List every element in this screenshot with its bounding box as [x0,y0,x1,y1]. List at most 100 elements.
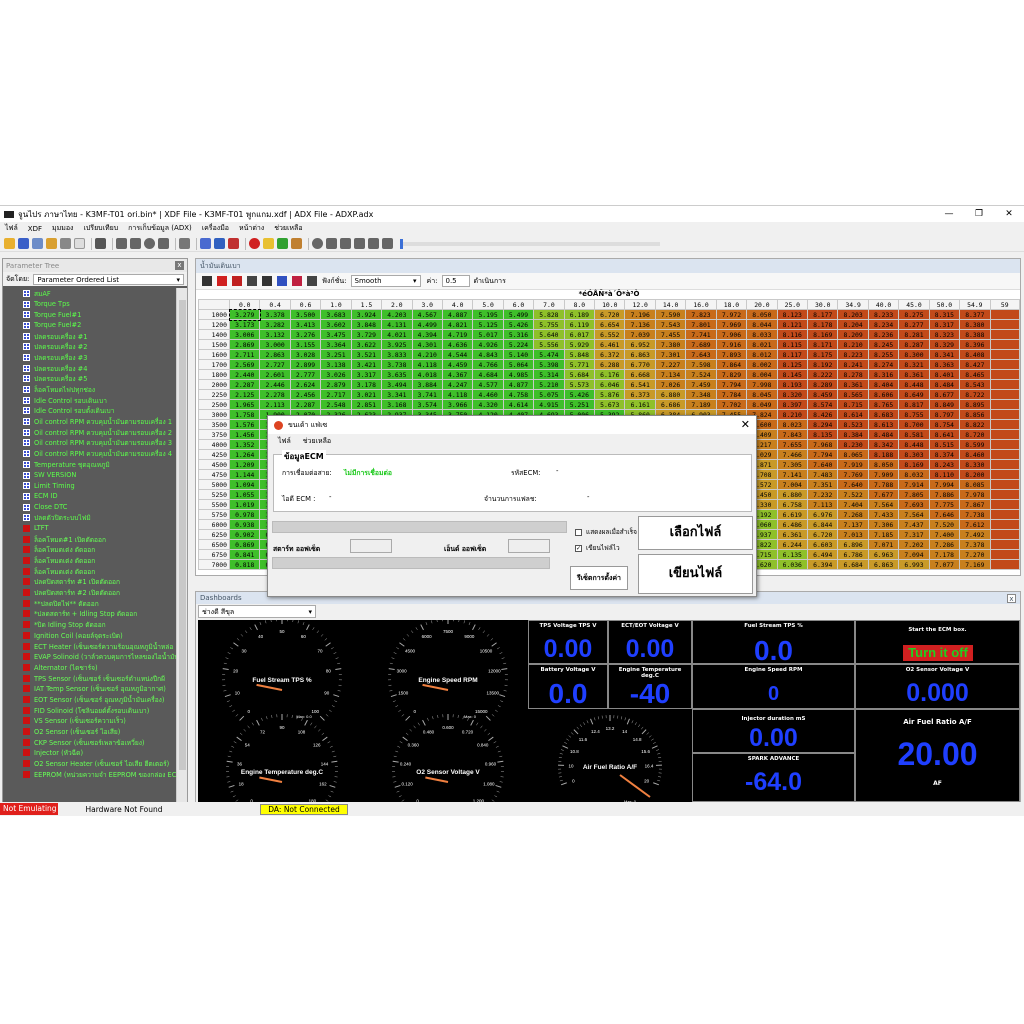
map-cell[interactable]: 4.985 [502,369,535,380]
map-cell[interactable]: 7.351 [807,479,839,490]
map-cell[interactable]: 5.640 [533,329,565,340]
parameter-item[interactable]: Torque Fuel#1 [3,309,177,320]
map-cell[interactable]: 8.448 [898,379,930,390]
parameter-item[interactable]: *ปิด Idling Stop ตัดออก [3,619,177,630]
map-cell[interactable]: 8.388 [959,329,991,340]
map-cell[interactable]: 8.484 [867,429,900,440]
map-cell[interactable]: 2.863 [259,349,291,360]
map-cell[interactable]: 8.289 [807,379,839,390]
arrow-down-icon[interactable] [130,238,141,249]
parameter-item[interactable]: *ปลดสตาร์ท + Idling Stop ตัดออก [3,609,177,620]
map-cell[interactable] [989,429,1020,440]
map-cell[interactable]: 8.117 [776,349,809,360]
map-cell[interactable]: 8.125 [776,359,809,370]
map-cell[interactable]: 8.209 [837,329,869,340]
record-icon[interactable] [144,238,155,249]
map-cell[interactable]: 1.019 [228,499,261,510]
map-cell[interactable]: 3.251 [320,349,352,360]
reset-settings-button[interactable]: รีเซ็ตการตั้งค่า [570,566,628,590]
map-cell[interactable]: 6.758 [776,499,809,510]
map-cell[interactable] [989,469,1020,480]
map-cell[interactable]: 7.612 [959,519,991,530]
playback-slider[interactable] [400,238,660,249]
map-cell[interactable]: 2.287 [289,399,322,410]
rotate-icon[interactable] [307,276,317,286]
map-cell[interactable]: 5.848 [563,349,596,360]
map-cell[interactable]: 7.094 [898,549,930,560]
menu-tools[interactable]: เครื่องมือ [197,223,234,234]
parameter-item[interactable]: ล็อคโหมดไฟปทุกช่อง [3,384,177,395]
map-cell[interactable]: 3.833 [381,349,413,360]
map-cell[interactable]: 4.499 [411,319,443,330]
map-cell[interactable]: 4.118 [411,359,443,370]
map-cell[interactable]: 4.915 [533,399,565,410]
parameter-item[interactable]: Idle Control รอบเดินเบา [3,395,177,406]
map-cell[interactable]: 4.460 [472,389,504,400]
map-cell[interactable]: 8.329 [928,339,961,350]
map-cell[interactable]: 6.720 [594,309,626,320]
map-cell[interactable]: 8.121 [776,319,809,330]
map-cell[interactable]: 7.801 [685,319,717,330]
map-cell[interactable]: 8.715 [837,399,869,410]
parameter-item[interactable]: ECM ID [3,491,177,502]
map-cell[interactable]: 7.013 [837,529,869,540]
parameter-item[interactable]: Limit Timing [3,480,177,491]
map-cell[interactable]: 6.288 [594,359,626,370]
map-cell[interactable]: 8.044 [746,319,778,330]
map-cell[interactable]: 5.075 [533,389,565,400]
map-cell[interactable]: 8.223 [837,349,869,360]
map-cell[interactable]: 1.758 [228,409,261,420]
map-cell[interactable]: 6.896 [837,539,869,550]
map-cell[interactable]: 8.316 [867,369,900,380]
map-cell[interactable]: 5.828 [533,309,565,320]
map-cell[interactable]: 7.784 [715,389,748,400]
map-cell[interactable]: 8.204 [837,319,869,330]
parameter-item[interactable]: SW VERSION [3,470,177,481]
map-cell[interactable]: 7.640 [807,459,839,470]
map-cell[interactable]: 7.433 [867,509,900,520]
map-cell[interactable]: 7.268 [837,509,869,520]
map-cell[interactable]: 7.893 [715,349,748,360]
map-cell[interactable]: 7.459 [685,379,717,390]
parameter-item[interactable]: ปลดปิดสตาร์ท #1 เปิดตัดออก [3,577,177,588]
map-cell[interactable]: 8.234 [867,319,900,330]
map-cell[interactable]: 7.455 [654,329,687,340]
map-cell[interactable]: 7.437 [898,519,930,530]
map-cell[interactable]: 8.380 [959,319,991,330]
map-cell[interactable]: 8.484 [928,379,961,390]
parameter-item[interactable]: ปลดรอบเครื่อง #4 [3,363,177,374]
write-file-button[interactable]: เขียนไฟล์ [638,554,753,594]
map-cell[interactable]: 7.169 [959,559,991,570]
map-cell[interactable]: 7.317 [898,529,930,540]
map-cell[interactable] [989,329,1020,340]
map-cell[interactable] [989,369,1020,380]
map-cell[interactable]: 7.702 [715,399,748,410]
map-cell[interactable] [989,549,1020,560]
map-cell[interactable]: 6.952 [624,339,656,350]
map-cell[interactable]: 1.352 [228,439,261,450]
map-cell[interactable]: 7.178 [928,549,961,560]
map-cell[interactable] [989,419,1020,430]
map-cell[interactable]: 6.619 [776,509,809,520]
map-cell[interactable]: 7.693 [898,499,930,510]
map-cell[interactable]: 3.276 [289,329,322,340]
map-cell[interactable]: 7.492 [959,529,991,540]
map-cell[interactable]: 6.461 [594,339,626,350]
parameter-item[interactable]: ล็อคโหมดเต่ง ตัดออก [3,555,177,566]
arrow-up-icon[interactable] [116,238,127,249]
map-cell[interactable]: 8.361 [837,379,869,390]
map-cell[interactable]: 7.886 [928,489,961,500]
swap-icon[interactable] [214,238,225,249]
record-log-icon[interactable] [312,238,323,249]
map-cell[interactable]: 3.741 [411,389,443,400]
map-cell[interactable]: 1.209 [228,459,261,470]
map-cell[interactable]: 8.515 [928,439,961,450]
map-cell[interactable]: 6.880 [776,489,809,500]
note-icon[interactable] [263,238,274,249]
playback-slider-thumb[interactable] [400,238,403,249]
map-cell[interactable]: 5.125 [472,319,504,330]
map-cell[interactable]: 7.232 [807,489,839,500]
map-cell[interactable]: 1.094 [228,479,261,490]
dialog-menu-file[interactable]: ไฟล์ [278,436,291,447]
map-cell[interactable]: 7.864 [715,359,748,370]
